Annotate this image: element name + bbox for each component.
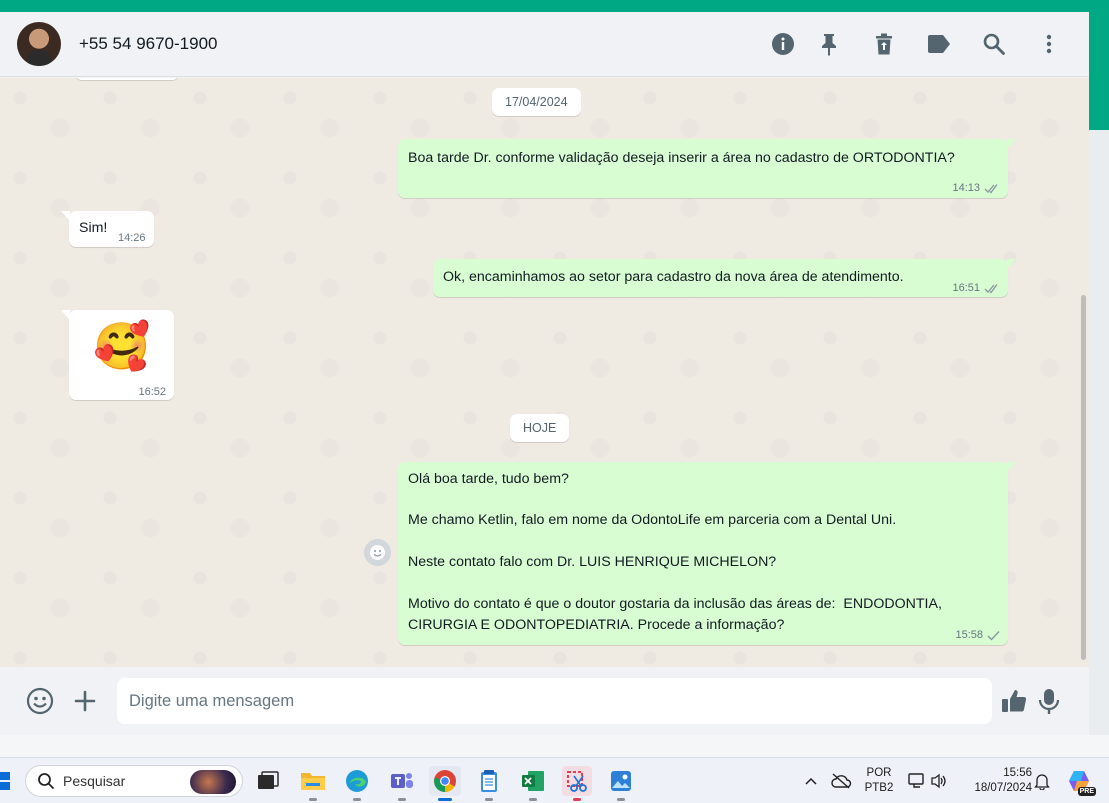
outgoing-message[interactable]: Boa tarde Dr. conforme validação deseja … bbox=[398, 139, 1016, 198]
emoji-icon[interactable] bbox=[24, 685, 56, 717]
message-time: 16:51 bbox=[952, 282, 980, 294]
message-composer bbox=[0, 667, 1089, 735]
contact-avatar[interactable] bbox=[17, 22, 61, 66]
message-text: Sim! bbox=[79, 220, 108, 236]
message-text: Ok, encaminhamos ao setor para cadastro … bbox=[443, 269, 904, 285]
running-indicator bbox=[398, 798, 406, 801]
outgoing-message[interactable]: Olá boa tarde, tudo bem? Me chamo Ketlin… bbox=[398, 462, 1016, 645]
photos-icon[interactable] bbox=[606, 766, 636, 801]
message-input[interactable] bbox=[117, 678, 992, 724]
volume-icon[interactable] bbox=[924, 766, 954, 796]
message-line: Motivo do contato é que o doutor gostari… bbox=[408, 596, 942, 612]
previous-message-edge bbox=[75, 78, 179, 80]
running-indicator bbox=[485, 798, 493, 801]
message-time: 15:58 bbox=[955, 629, 983, 641]
attach-plus-icon[interactable] bbox=[69, 685, 101, 717]
double-check-icon bbox=[984, 283, 998, 293]
bubble-tail bbox=[61, 211, 70, 221]
clock-date: 18/07/2024 bbox=[974, 782, 1032, 794]
windows-taskbar: Pesquisar POR PTB2 15:56 18/07/2024 PRE bbox=[0, 757, 1109, 803]
bubble-tail bbox=[1007, 139, 1016, 149]
running-indicator bbox=[353, 798, 361, 801]
chrome-browser-icon[interactable] bbox=[429, 766, 461, 801]
message-time: 16:52 bbox=[138, 386, 166, 398]
windows-start-icon[interactable] bbox=[0, 772, 10, 790]
message-time: 14:26 bbox=[118, 232, 146, 244]
task-view-icon[interactable] bbox=[253, 766, 283, 796]
search-icon[interactable] bbox=[980, 30, 1008, 58]
chat-scrollbar[interactable] bbox=[1080, 80, 1086, 667]
thumbs-up-icon[interactable] bbox=[998, 685, 1030, 717]
running-indicator bbox=[617, 798, 625, 801]
bubble-tail bbox=[61, 310, 70, 320]
search-highlight-image bbox=[190, 770, 236, 794]
microphone-icon[interactable] bbox=[1033, 685, 1065, 717]
excel-icon[interactable] bbox=[518, 766, 548, 801]
running-indicator bbox=[573, 798, 581, 801]
message-line: Me chamo Ketlin, falo em nome da OdontoL… bbox=[408, 512, 897, 528]
edge-browser-icon[interactable] bbox=[342, 766, 372, 801]
teams-icon[interactable] bbox=[387, 766, 417, 801]
message-line: Neste contato falo com Dr. LUIS HENRIQUE… bbox=[408, 554, 777, 570]
active-indicator bbox=[438, 798, 452, 801]
running-indicator bbox=[529, 798, 537, 801]
taskbar-search[interactable]: Pesquisar bbox=[25, 765, 243, 797]
message-meta: 15:58 bbox=[955, 625, 1000, 645]
chat-panel[interactable]: 17/04/2024 Boa tarde Dr. conforme valida… bbox=[0, 78, 1089, 667]
bubble-tail bbox=[1007, 259, 1016, 269]
window-edge-accent bbox=[1089, 12, 1109, 130]
delete-icon[interactable] bbox=[870, 30, 898, 58]
message-time: 14:13 bbox=[952, 182, 980, 194]
scrollbar-thumb[interactable] bbox=[1081, 295, 1086, 660]
double-check-icon bbox=[984, 183, 998, 193]
single-check-icon bbox=[987, 630, 1000, 641]
date-separator: HOJE bbox=[510, 414, 570, 442]
message-input-box[interactable] bbox=[117, 678, 992, 724]
bubble-tail bbox=[1007, 462, 1016, 472]
window-edge bbox=[1089, 130, 1109, 735]
cloud-offline-icon[interactable] bbox=[826, 766, 856, 796]
message-meta: 14:13 bbox=[952, 178, 1000, 198]
incoming-message[interactable]: 🥰 16:52 bbox=[61, 310, 174, 400]
file-explorer-icon[interactable] bbox=[298, 766, 328, 801]
chat-header: +55 54 9670-1900 bbox=[0, 12, 1089, 77]
message-text: Boa tarde Dr. conforme validação deseja … bbox=[408, 150, 955, 166]
clock-time: 15:56 bbox=[1003, 767, 1032, 779]
copilot-icon[interactable]: PRE bbox=[1064, 766, 1096, 796]
desktop-gap bbox=[0, 735, 1109, 757]
notepad-icon[interactable] bbox=[474, 766, 504, 801]
preview-badge: PRE bbox=[1077, 787, 1096, 796]
keyboard-layout: PTB2 bbox=[864, 782, 894, 794]
menu-icon[interactable] bbox=[1035, 30, 1063, 58]
running-indicator bbox=[309, 798, 317, 801]
info-icon[interactable] bbox=[769, 30, 797, 58]
outgoing-message[interactable]: Ok, encaminhamos ao setor para cadastro … bbox=[433, 259, 1016, 298]
label-icon[interactable] bbox=[925, 30, 953, 58]
app-top-accent-bar bbox=[0, 0, 1109, 12]
message-line: CIRURGIA E ODONTOPEDIATRIA. Procede a in… bbox=[408, 617, 785, 633]
message-line: Olá boa tarde, tudo bem? bbox=[408, 471, 569, 487]
chevron-up-icon[interactable] bbox=[796, 766, 826, 796]
language-indicator[interactable]: POR PTB2 bbox=[862, 766, 896, 796]
message-meta: 16:51 bbox=[952, 278, 1000, 298]
pin-icon[interactable] bbox=[815, 30, 843, 58]
system-clock[interactable]: 15:56 18/07/2024 bbox=[960, 766, 1032, 796]
language-code: POR bbox=[866, 767, 892, 779]
taskbar-search-label: Pesquisar bbox=[63, 773, 126, 789]
search-icon bbox=[38, 773, 55, 790]
emoji-sticker: 🥰 bbox=[93, 320, 151, 372]
incoming-message[interactable]: Sim! 14:26 bbox=[61, 211, 154, 247]
snipping-tool-icon[interactable] bbox=[562, 766, 592, 801]
notification-bell-icon[interactable] bbox=[1027, 766, 1057, 796]
reaction-emoji-button[interactable] bbox=[364, 539, 391, 566]
date-separator: 17/04/2024 bbox=[492, 88, 581, 116]
contact-name[interactable]: +55 54 9670-1900 bbox=[79, 34, 218, 54]
